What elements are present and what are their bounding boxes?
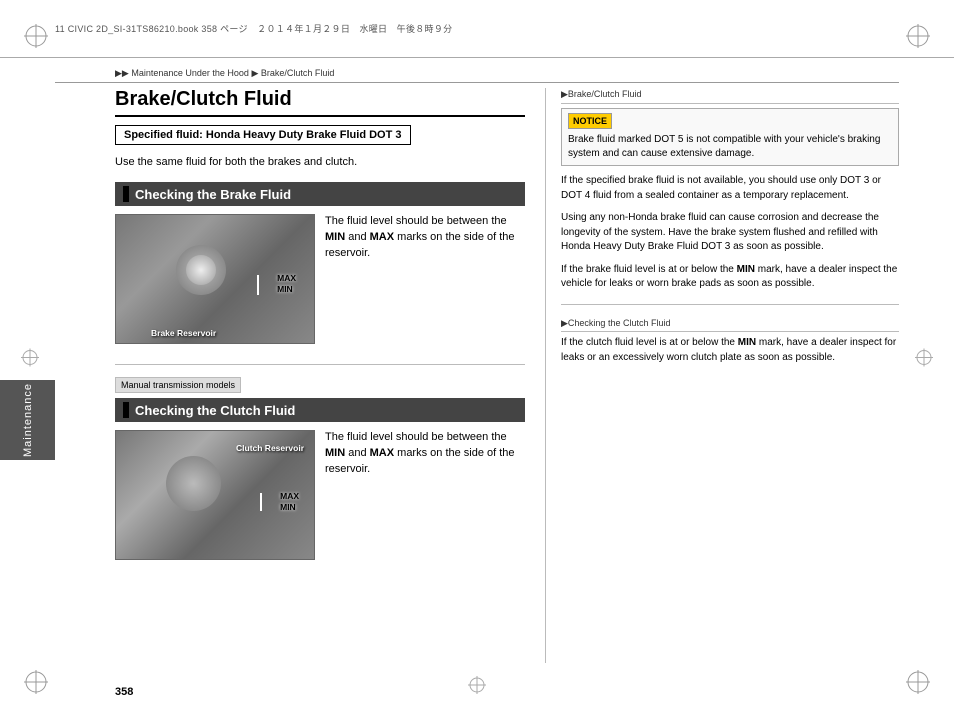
clutch-content: MAX MIN Clutch Reservoir The fluid level…	[115, 430, 525, 568]
brake-min-label: MIN	[277, 284, 296, 295]
brake-content: MAX MIN Brake Reservoir The fluid level …	[115, 214, 525, 352]
clutch-min-bold: MIN	[325, 447, 345, 459]
corner-mark-bl	[22, 668, 50, 696]
breadcrumb-arrow2: ▶	[251, 68, 258, 78]
specified-fluid-text: Specified fluid: Honda Heavy Duty Brake …	[124, 129, 402, 141]
brake-header-bar	[123, 186, 129, 202]
right-clutch-para: If the clutch fluid level is at or below…	[561, 336, 899, 365]
breadcrumb-item2: Brake/Clutch Fluid	[261, 68, 335, 78]
brake-section-header: Checking the Brake Fluid	[115, 182, 525, 206]
corner-mark-br	[904, 668, 932, 696]
brake-max-label: MAX	[277, 273, 296, 284]
notice-text: Brake fluid marked DOT 5 is not compatib…	[568, 133, 892, 161]
right-para-1: If the specified brake fluid is not avai…	[561, 174, 899, 203]
right-para-3: If the brake fluid level is at or below …	[561, 263, 899, 292]
breadcrumb: ▶▶ Maintenance Under the Hood ▶ Brake/Cl…	[115, 68, 334, 79]
manual-label: Manual transmission models	[115, 377, 241, 393]
brake-max-min-label: MAX MIN	[277, 273, 296, 295]
clutch-arrow-indicator	[260, 493, 262, 511]
left-column: Brake/Clutch Fluid Specified fluid: Hond…	[115, 88, 545, 663]
right-para-2: Using any non-Honda brake fluid can caus…	[561, 211, 899, 255]
clutch-image: MAX MIN Clutch Reservoir	[115, 430, 315, 560]
clutch-max-label: MAX	[280, 491, 299, 502]
page-title: Brake/Clutch Fluid	[115, 88, 525, 117]
clutch-max-min-label: MAX MIN	[280, 491, 299, 513]
brake-section-text: The fluid level should be between the MI…	[325, 214, 525, 262]
left-center-mark	[20, 348, 40, 371]
right-center-mark	[914, 348, 934, 371]
brake-text-p2: and	[345, 231, 369, 243]
section-separator	[115, 364, 525, 365]
clutch-text-p1: The fluid level should be between the	[325, 431, 507, 443]
breadcrumb-item1: Maintenance Under the Hood	[131, 68, 249, 78]
right-para-3-p1: If the brake fluid level is at or below …	[561, 264, 737, 275]
brake-section-title: Checking the Brake Fluid	[135, 187, 291, 202]
clutch-min-label: MIN	[280, 502, 299, 513]
right-clutch-title: ▶Checking the Clutch Fluid	[561, 317, 899, 333]
maintenance-tab: Maintenance	[0, 380, 55, 460]
right-para-3-bold: MIN	[737, 264, 755, 275]
brake-image: MAX MIN Brake Reservoir	[115, 214, 315, 344]
clutch-text-p2: and	[345, 447, 369, 459]
right-clutch-p1: If the clutch fluid level is at or below…	[561, 337, 738, 348]
clutch-header-bar	[123, 402, 129, 418]
brake-arrow-indicator	[257, 275, 259, 295]
top-bar-text: 11 CIVIC 2D_SI-31TS86210.book 358 ページ ２０…	[55, 22, 452, 35]
breadcrumb-arrow1: ▶▶	[115, 68, 129, 78]
right-clutch-bold: MIN	[738, 337, 756, 348]
manual-label-wrapper: Manual transmission models	[115, 377, 525, 398]
bottom-center-mark	[467, 675, 487, 698]
clutch-section-header: Checking the Clutch Fluid	[115, 398, 525, 422]
clutch-reservoir-label: Clutch Reservoir	[236, 443, 304, 453]
right-column: ▶Brake/Clutch Fluid NOTICE Brake fluid m…	[545, 88, 899, 663]
notice-label: NOTICE	[568, 113, 612, 130]
clutch-max-bold: MAX	[370, 447, 394, 459]
brake-min-bold: MIN	[325, 231, 345, 243]
page-number: 358	[115, 686, 133, 698]
use-same-text: Use the same fluid for both the brakes a…	[115, 155, 525, 170]
clutch-section-text: The fluid level should be between the MI…	[325, 430, 525, 478]
top-bar: 11 CIVIC 2D_SI-31TS86210.book 358 ページ ２０…	[0, 0, 954, 58]
brake-text-p1: The fluid level should be between the	[325, 215, 507, 227]
specified-fluid-box: Specified fluid: Honda Heavy Duty Brake …	[115, 125, 411, 145]
brake-max-bold: MAX	[370, 231, 394, 243]
notice-box: NOTICE Brake fluid marked DOT 5 is not c…	[561, 108, 899, 167]
clutch-section-title: Checking the Clutch Fluid	[135, 403, 295, 418]
brake-reservoir-label: Brake Reservoir	[151, 328, 216, 338]
top-rule	[55, 82, 899, 83]
right-separator	[561, 304, 899, 305]
maintenance-tab-label: Maintenance	[22, 383, 34, 457]
main-content: Brake/Clutch Fluid Specified fluid: Hond…	[115, 88, 899, 663]
right-brake-title: ▶Brake/Clutch Fluid	[561, 88, 899, 104]
